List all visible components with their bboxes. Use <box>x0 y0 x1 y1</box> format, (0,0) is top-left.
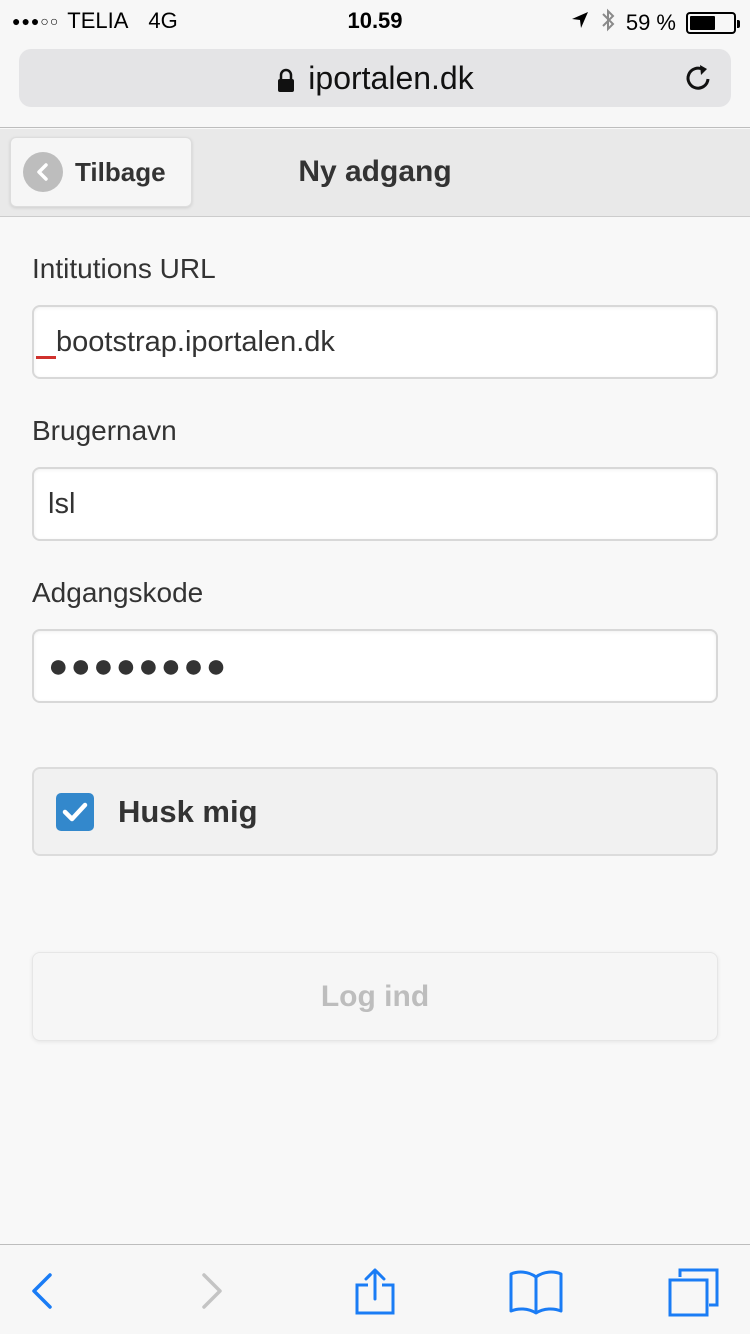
bookmarks-icon[interactable] <box>508 1267 564 1315</box>
page-title: Ny adgang <box>298 155 452 188</box>
remember-me-checkbox[interactable] <box>56 792 94 831</box>
password-label: Adgangskode <box>32 577 204 608</box>
checkmark-icon <box>62 802 88 821</box>
reload-icon[interactable] <box>683 62 715 94</box>
browser-forward-icon[interactable] <box>186 1267 234 1315</box>
battery-icon <box>686 12 740 34</box>
location-icon <box>570 10 590 36</box>
lock-icon <box>276 65 296 92</box>
address-bar[interactable]: iportalen.dk <box>19 49 731 107</box>
address-url: iportalen.dk <box>308 59 474 96</box>
password-value: ●●●●●●●● <box>48 646 229 685</box>
battery-percent: 59 % <box>625 10 676 35</box>
username-input[interactable]: lsl <box>32 467 718 541</box>
institution-url-value: bootstrap.iportalen.dk <box>56 325 335 358</box>
browser-back-icon[interactable] <box>20 1267 68 1315</box>
remember-me-label: Husk mig <box>118 793 258 829</box>
battery-level <box>690 16 715 30</box>
username-label: Brugernavn <box>32 415 177 446</box>
password-input[interactable]: ●●●●●●●● <box>32 629 718 703</box>
institution-url-input[interactable]: bootstrap.iportalen.dk <box>32 305 718 379</box>
status-bar: ●●●○○ TELIA 4G 10.59 59 % <box>0 0 750 40</box>
remember-me-toggle[interactable]: Husk mig <box>32 767 718 856</box>
tabs-icon[interactable] <box>666 1267 722 1317</box>
username-value: lsl <box>48 487 76 520</box>
login-form: Intitutions URL bootstrap.iportalen.dk B… <box>32 217 718 703</box>
bluetooth-icon <box>600 8 616 38</box>
institution-url-label: Intitutions URL <box>32 253 216 284</box>
status-right: 59 % <box>570 8 740 38</box>
spellcheck-underline <box>36 356 56 359</box>
browser-toolbar <box>0 1244 750 1334</box>
browser-address-area: iportalen.dk <box>0 40 750 128</box>
share-icon[interactable] <box>351 1267 399 1315</box>
page-header: Tilbage Ny adgang <box>0 129 750 217</box>
login-button[interactable]: Log ind <box>32 952 718 1041</box>
